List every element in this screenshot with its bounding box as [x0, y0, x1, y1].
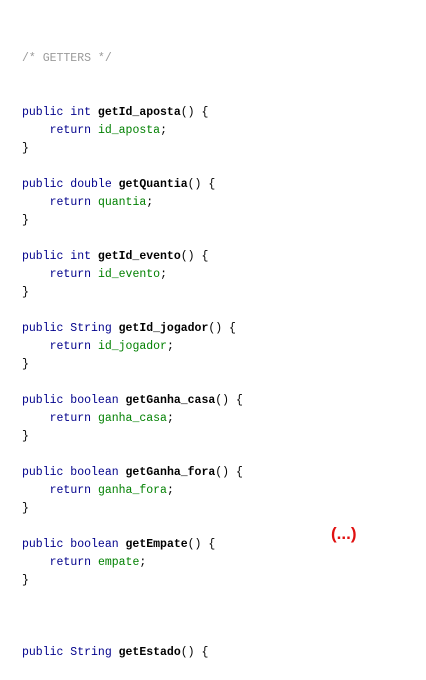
method-signature: public String getId_jogador() {	[22, 320, 243, 338]
semicolon: ;	[160, 268, 167, 281]
semicolon: ;	[139, 556, 147, 569]
closing-brace: }	[22, 574, 29, 587]
semicolon: ;	[166, 340, 174, 353]
method-signature: public boolean getGanha_fora() {	[22, 464, 243, 482]
getter-block: public int getId_aposta() { return id_ap…	[22, 104, 243, 176]
code-listing: /* GETTERS */ public int getId_aposta() …	[22, 14, 243, 680]
method-name: getEstado	[118, 646, 181, 659]
returned-field: quantia	[97, 196, 147, 209]
getter-block: public boolean getGanha_casa() { return …	[22, 392, 243, 464]
semicolon: ;	[146, 196, 154, 209]
method-signature-keywords: public String	[22, 646, 119, 659]
return-statement: return id_aposta;	[22, 122, 243, 140]
method-signature: public int getId_aposta() {	[22, 104, 243, 122]
semicolon: ;	[160, 124, 167, 137]
method-open: () {	[215, 394, 243, 407]
method-name: getQuantia	[118, 178, 188, 191]
return-statement: return empate;	[22, 554, 243, 572]
closing-brace: }	[22, 286, 29, 299]
getter-block: public boolean getGanha_fora() { return …	[22, 464, 243, 536]
method-signature: public double getQuantia() {	[22, 176, 243, 194]
return-keyword: return	[49, 124, 92, 137]
method-name: getId_aposta	[97, 106, 181, 119]
return-keyword: return	[49, 484, 92, 497]
method-open: () {	[187, 178, 216, 191]
method-open: () {	[208, 322, 236, 335]
returned-field: ganha_fora	[97, 484, 167, 497]
method-signature-keywords: public boolean	[22, 538, 126, 551]
method-signature-keywords: public boolean	[22, 466, 126, 479]
method-open: () {	[180, 250, 209, 263]
return-keyword: return	[49, 412, 92, 425]
getter-block: public int getId_evento() { return id_ev…	[22, 248, 243, 320]
getter-block: public boolean getEmpate() { return empa…	[22, 536, 243, 608]
getter-list: public int getId_aposta() { return id_ap…	[22, 104, 243, 608]
returned-field: empate	[97, 556, 140, 569]
return-keyword: return	[49, 268, 92, 281]
getters-comment: /* GETTERS */	[22, 52, 112, 65]
returned-field: ganha_casa	[97, 412, 167, 425]
method-name: getEmpate	[125, 538, 188, 551]
getter-block: public String getId_jogador() { return i…	[22, 320, 243, 392]
method-open: () {	[187, 538, 216, 551]
closing-brace: }	[22, 430, 29, 443]
method-signature: public boolean getGanha_casa() {	[22, 392, 243, 410]
method-signature-keywords: public double	[22, 178, 119, 191]
return-statement: return id_evento;	[22, 266, 243, 284]
method-name: getId_jogador	[118, 322, 209, 335]
method-signature: public boolean getEmpate() {	[22, 536, 243, 554]
return-statement: return id_jogador;	[22, 338, 243, 356]
method-signature-last: public String getEstado() {	[22, 644, 243, 662]
closing-brace: }	[22, 142, 29, 155]
getter-block: public double getQuantia() { return quan…	[22, 176, 243, 248]
method-signature-keywords: public boolean	[22, 394, 126, 407]
closing-brace: }	[22, 502, 29, 515]
return-statement: return ganha_casa;	[22, 410, 243, 428]
returned-field: id_jogador	[97, 340, 167, 353]
return-keyword: return	[49, 340, 92, 353]
return-statement: return ganha_fora;	[22, 482, 243, 500]
return-keyword: return	[49, 196, 92, 209]
method-name: getGanha_fora	[125, 466, 216, 479]
returned-field: id_evento	[97, 268, 161, 281]
semicolon: ;	[166, 412, 174, 425]
method-signature-keywords: public int	[22, 250, 98, 263]
method-open: () {	[180, 106, 209, 119]
return-statement: return quantia;	[22, 194, 243, 212]
semicolon: ;	[166, 484, 174, 497]
return-keyword: return	[49, 556, 92, 569]
method-name: getGanha_casa	[125, 394, 216, 407]
closing-brace: }	[22, 214, 29, 227]
method-open: () {	[215, 466, 243, 479]
method-signature-keywords: public int	[22, 106, 98, 119]
closing-brace: }	[22, 358, 29, 371]
returned-field: id_aposta	[97, 124, 161, 137]
method-name: getId_evento	[97, 250, 181, 263]
method-signature: public int getId_evento() {	[22, 248, 243, 266]
method-open: () {	[180, 646, 209, 659]
ellipsis-annotation: (...)	[331, 524, 357, 543]
method-signature-keywords: public String	[22, 322, 119, 335]
